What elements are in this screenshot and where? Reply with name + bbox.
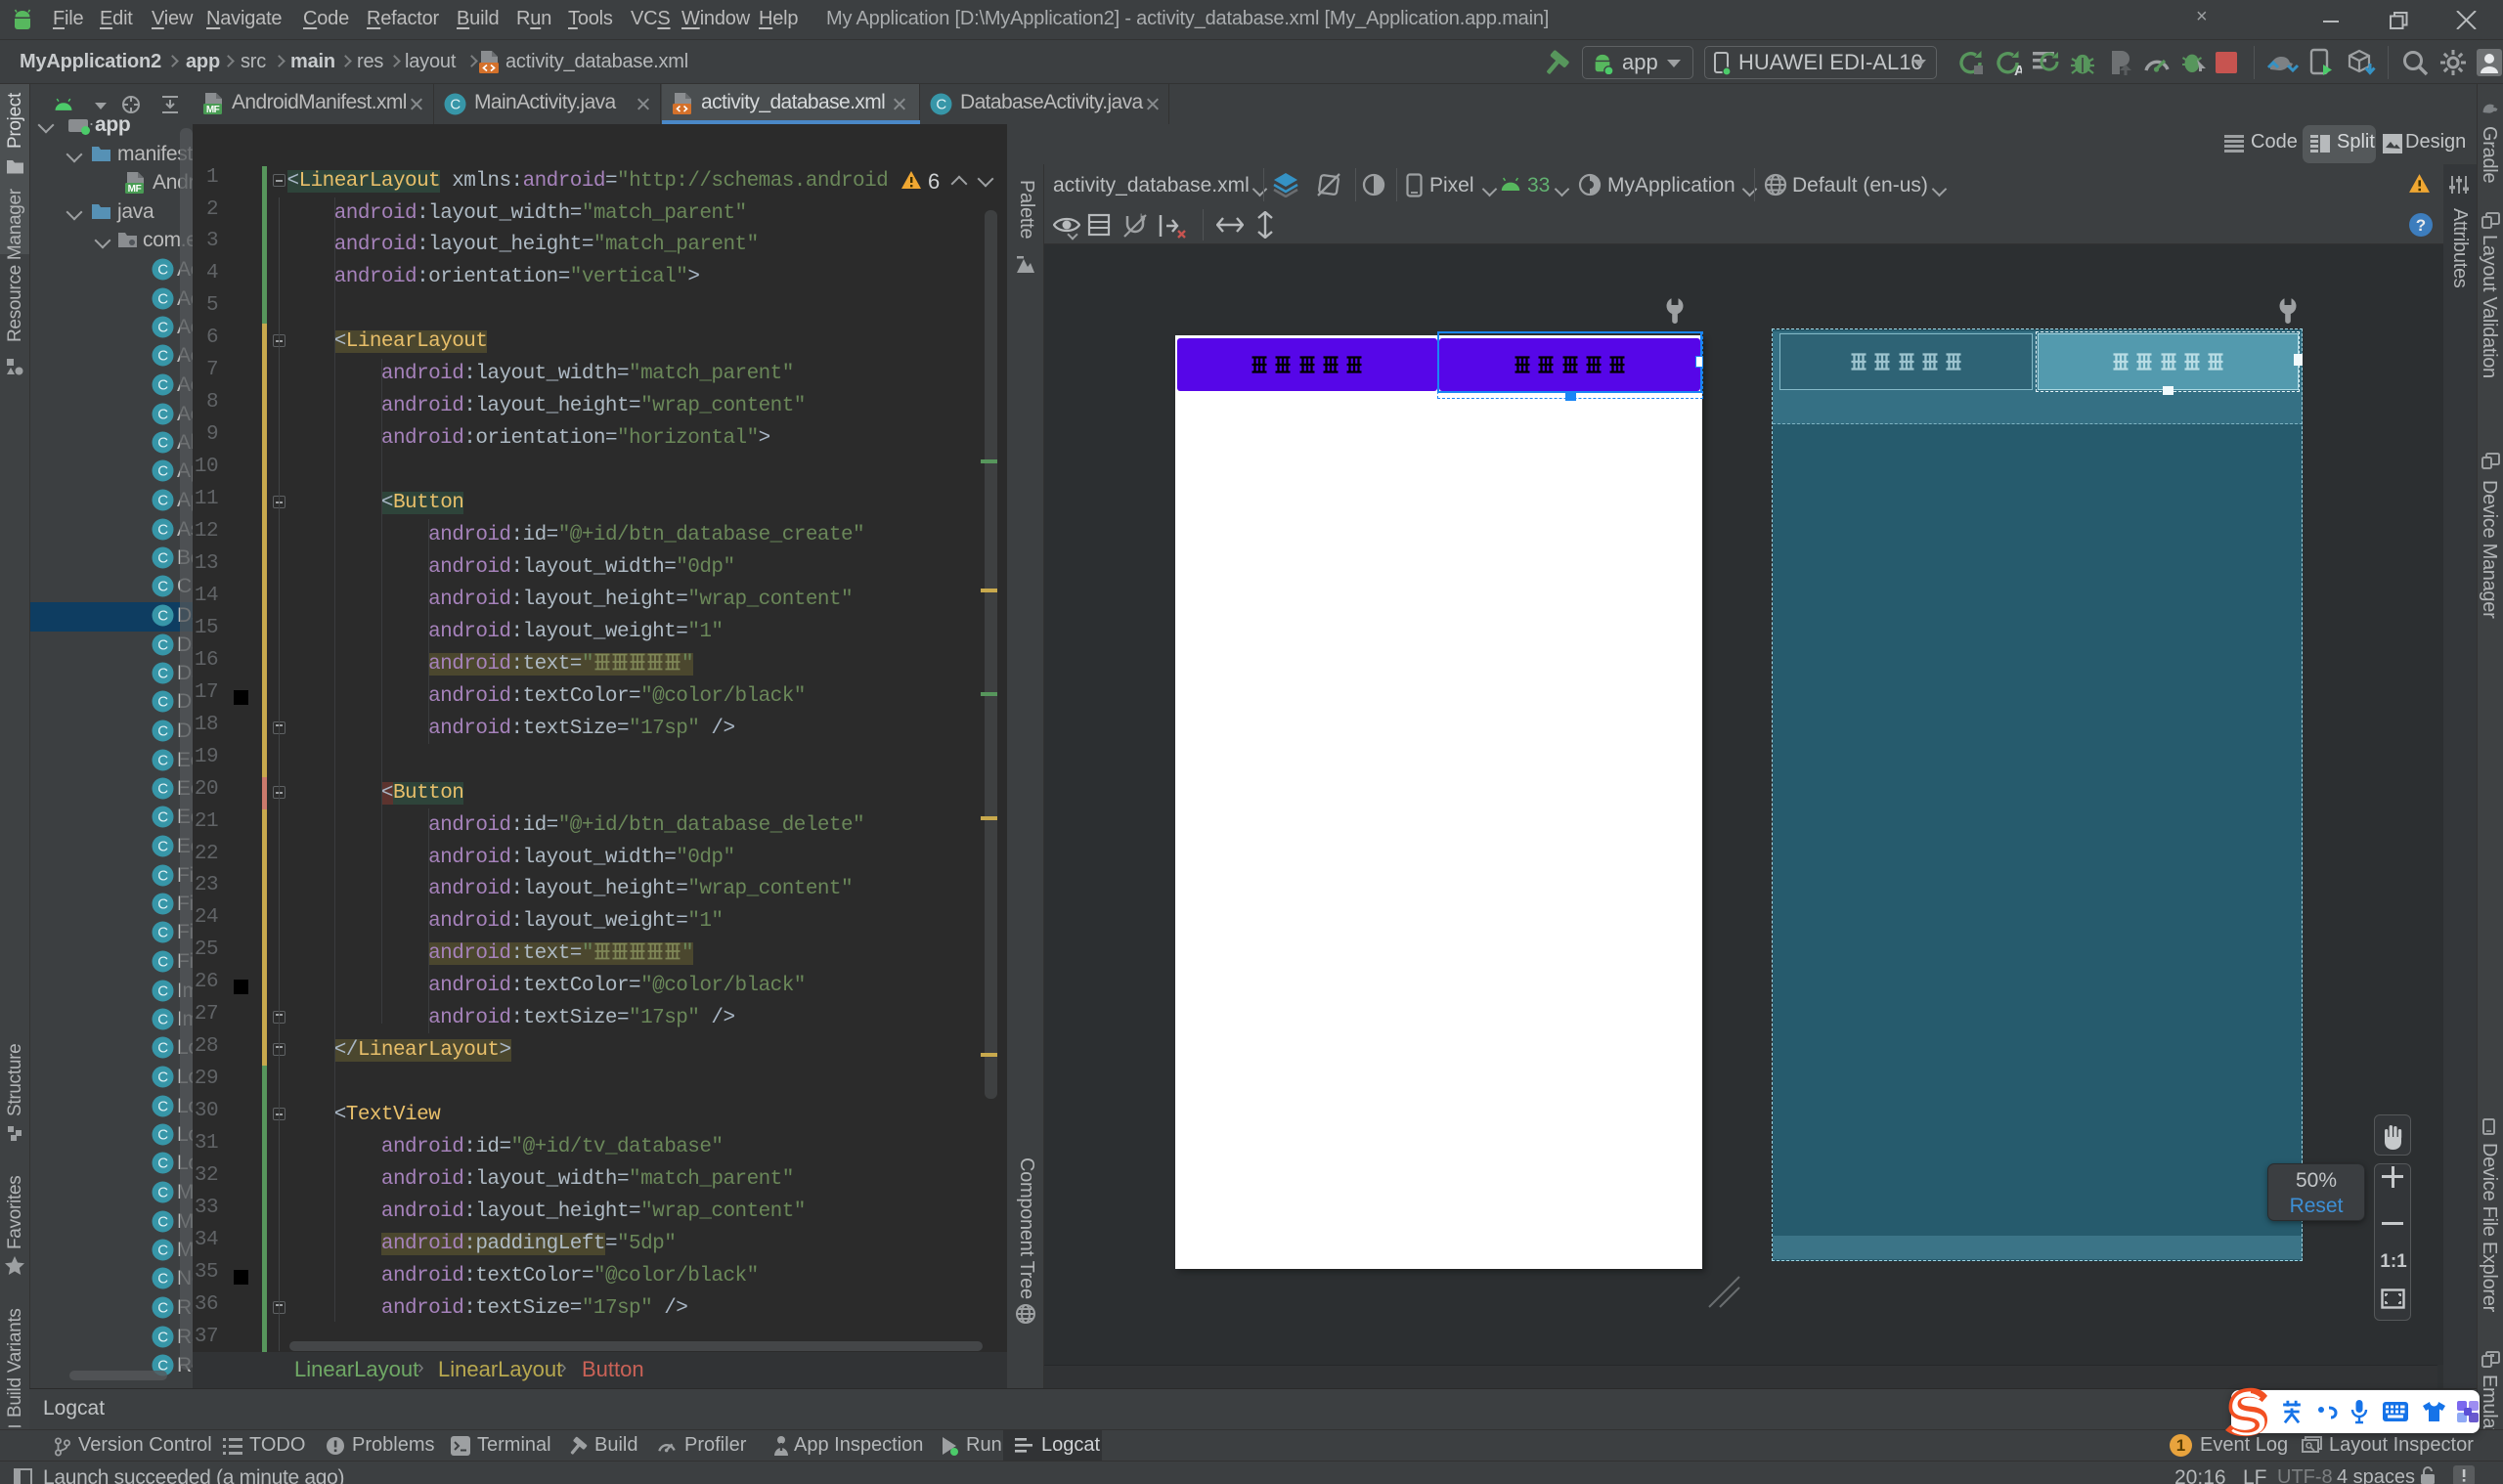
svg-text:C: C	[157, 809, 168, 826]
svg-text:C: C	[157, 666, 168, 682]
svg-text:C: C	[157, 1243, 168, 1259]
svg-text:C: C	[157, 463, 168, 480]
svg-text:C: C	[157, 925, 168, 941]
svg-text:C: C	[157, 1040, 168, 1057]
svg-text:C: C	[157, 407, 168, 423]
svg-text:C: C	[157, 694, 168, 711]
svg-text:C: C	[157, 1214, 168, 1231]
svg-text:C: C	[157, 983, 168, 1000]
svg-text:C: C	[157, 262, 168, 279]
svg-text:C: C	[157, 1271, 168, 1288]
svg-text:C: C	[157, 348, 168, 365]
svg-text:C: C	[157, 781, 168, 798]
svg-text:C: C	[936, 97, 946, 113]
svg-text:C: C	[157, 1185, 168, 1201]
svg-text:MF: MF	[206, 105, 220, 115]
svg-text:C: C	[157, 723, 168, 740]
svg-text:C: C	[157, 1099, 168, 1115]
svg-text:C: C	[157, 291, 168, 308]
svg-text:C: C	[157, 954, 168, 971]
svg-text:C: C	[157, 896, 168, 913]
svg-text:C: C	[157, 377, 168, 394]
svg-text:C: C	[157, 1012, 168, 1028]
svg-text:C: C	[157, 868, 168, 885]
svg-text:C: C	[157, 753, 168, 769]
svg-text:?: ?	[2416, 216, 2426, 235]
svg-text:C: C	[157, 435, 168, 452]
svg-text:C: C	[157, 1069, 168, 1086]
svg-text:C: C	[157, 1127, 168, 1144]
svg-text:C: C	[157, 493, 168, 509]
svg-text:C: C	[157, 608, 168, 625]
svg-text:C: C	[157, 320, 168, 336]
svg-text:C: C	[450, 97, 461, 113]
svg-text:C: C	[157, 1330, 168, 1346]
svg-text:A: A	[2014, 63, 2022, 76]
svg-text:C: C	[157, 1156, 168, 1172]
svg-text:C: C	[157, 579, 168, 595]
svg-text:C: C	[157, 522, 168, 539]
svg-text:C: C	[157, 550, 168, 567]
svg-text:C: C	[157, 839, 168, 855]
svg-text:MF: MF	[128, 184, 142, 195]
svg-text:b: b	[1140, 213, 1146, 224]
svg-text:C: C	[157, 1300, 168, 1317]
svg-text:C: C	[157, 637, 168, 654]
